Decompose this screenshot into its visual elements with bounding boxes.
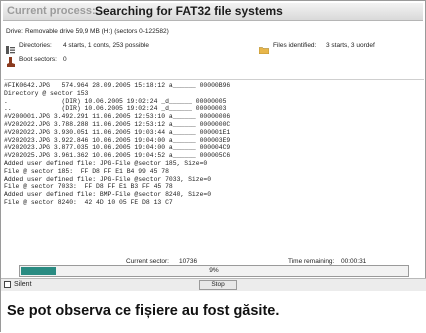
progress-text: 9% [209,267,219,274]
process-label: Current process: [7,5,96,17]
bottom-toolbar: Silent Stop [1,278,426,291]
current-sector-value: 10736 [179,258,198,265]
boot-icon [7,54,15,67]
files-label: Files identified: [273,42,317,49]
directory-icon [6,41,15,54]
log-line: #FIK0642.JPG 574.964 28.09.2005 15:18:12… [4,82,231,89]
log-line: Added user defined file: BMP-File @secto… [4,191,212,199]
log-line: Added user defined file: JPG-File @secto… [4,175,212,183]
boot-sectors-value: 0 [63,56,67,63]
log-line: File @ sector 185: FF D8 FF E1 B4 99 45 … [4,167,169,175]
log-line: #V202023.JPG 3.922.846 10.06.2005 19:04:… [4,136,231,144]
log-line: Directory @ sector 153 [4,89,89,97]
directories-label: Directories: [19,42,52,49]
log-line: File @ sector 7033: FF D8 FF E1 B3 FF 45… [4,183,173,191]
process-bar: Current process: Searching for FAT32 fil… [3,3,423,21]
log-line: . (DIR) 10.06.2005 19:02:24 _d______ 000… [4,97,227,105]
log-line: Added user defined file: JPG-File @secto… [4,159,208,167]
silent-label: Silent [14,281,32,288]
log-line: #V200001.JPG 3.492.291 11.06.2005 12:53:… [4,113,231,121]
recovery-window: Current process: Searching for FAT32 fil… [0,0,426,333]
folder-icon [258,41,270,55]
caption-area: Se pot observa ce fișiere au fost găsite… [1,291,426,333]
caption-text: Se pot observa ce fișiere au fost găsite… [7,303,280,319]
process-value: Searching for FAT32 file systems [95,4,283,18]
log-line: #V202023.JPG 3.877.035 10.06.2005 19:04:… [4,144,231,152]
silent-checkbox[interactable] [4,281,11,288]
drive-value: Removable drive 59,9 MB (H:) (sectors 0-… [25,28,169,35]
current-sector-label: Current sector: [126,258,169,265]
drive-label: Drive: [6,28,23,35]
log-line: #V202022.JPG 3.930.051 11.06.2005 19:03:… [4,128,231,136]
log-line: File @ sector 8240: 42 4D 10 05 FE D8 13… [4,198,173,206]
boot-sectors-label: Boot sectors: [19,56,57,63]
time-remaining-label: Time remaining: [288,258,335,265]
log-line: #V202025.JPG 3.961.362 10.06.2005 19:04:… [4,152,231,160]
log-line: .. (DIR) 10.06.2005 19:02:24 _d______ 00… [4,105,227,113]
log-output[interactable]: #FIK0642.JPG 574.964 28.09.2005 15:18:12… [4,79,424,257]
log-line: #V202022.JPG 3.788.288 11.06.2005 12:53:… [4,120,231,128]
files-value: 3 starts, 3 uordef [326,42,375,49]
time-remaining-value: 00:00:31 [341,258,367,265]
directories-value: 4 starts, 1 conts, 253 possible [63,42,149,49]
progress-bar: 9% [19,265,409,277]
stop-button[interactable]: Stop [199,280,237,290]
